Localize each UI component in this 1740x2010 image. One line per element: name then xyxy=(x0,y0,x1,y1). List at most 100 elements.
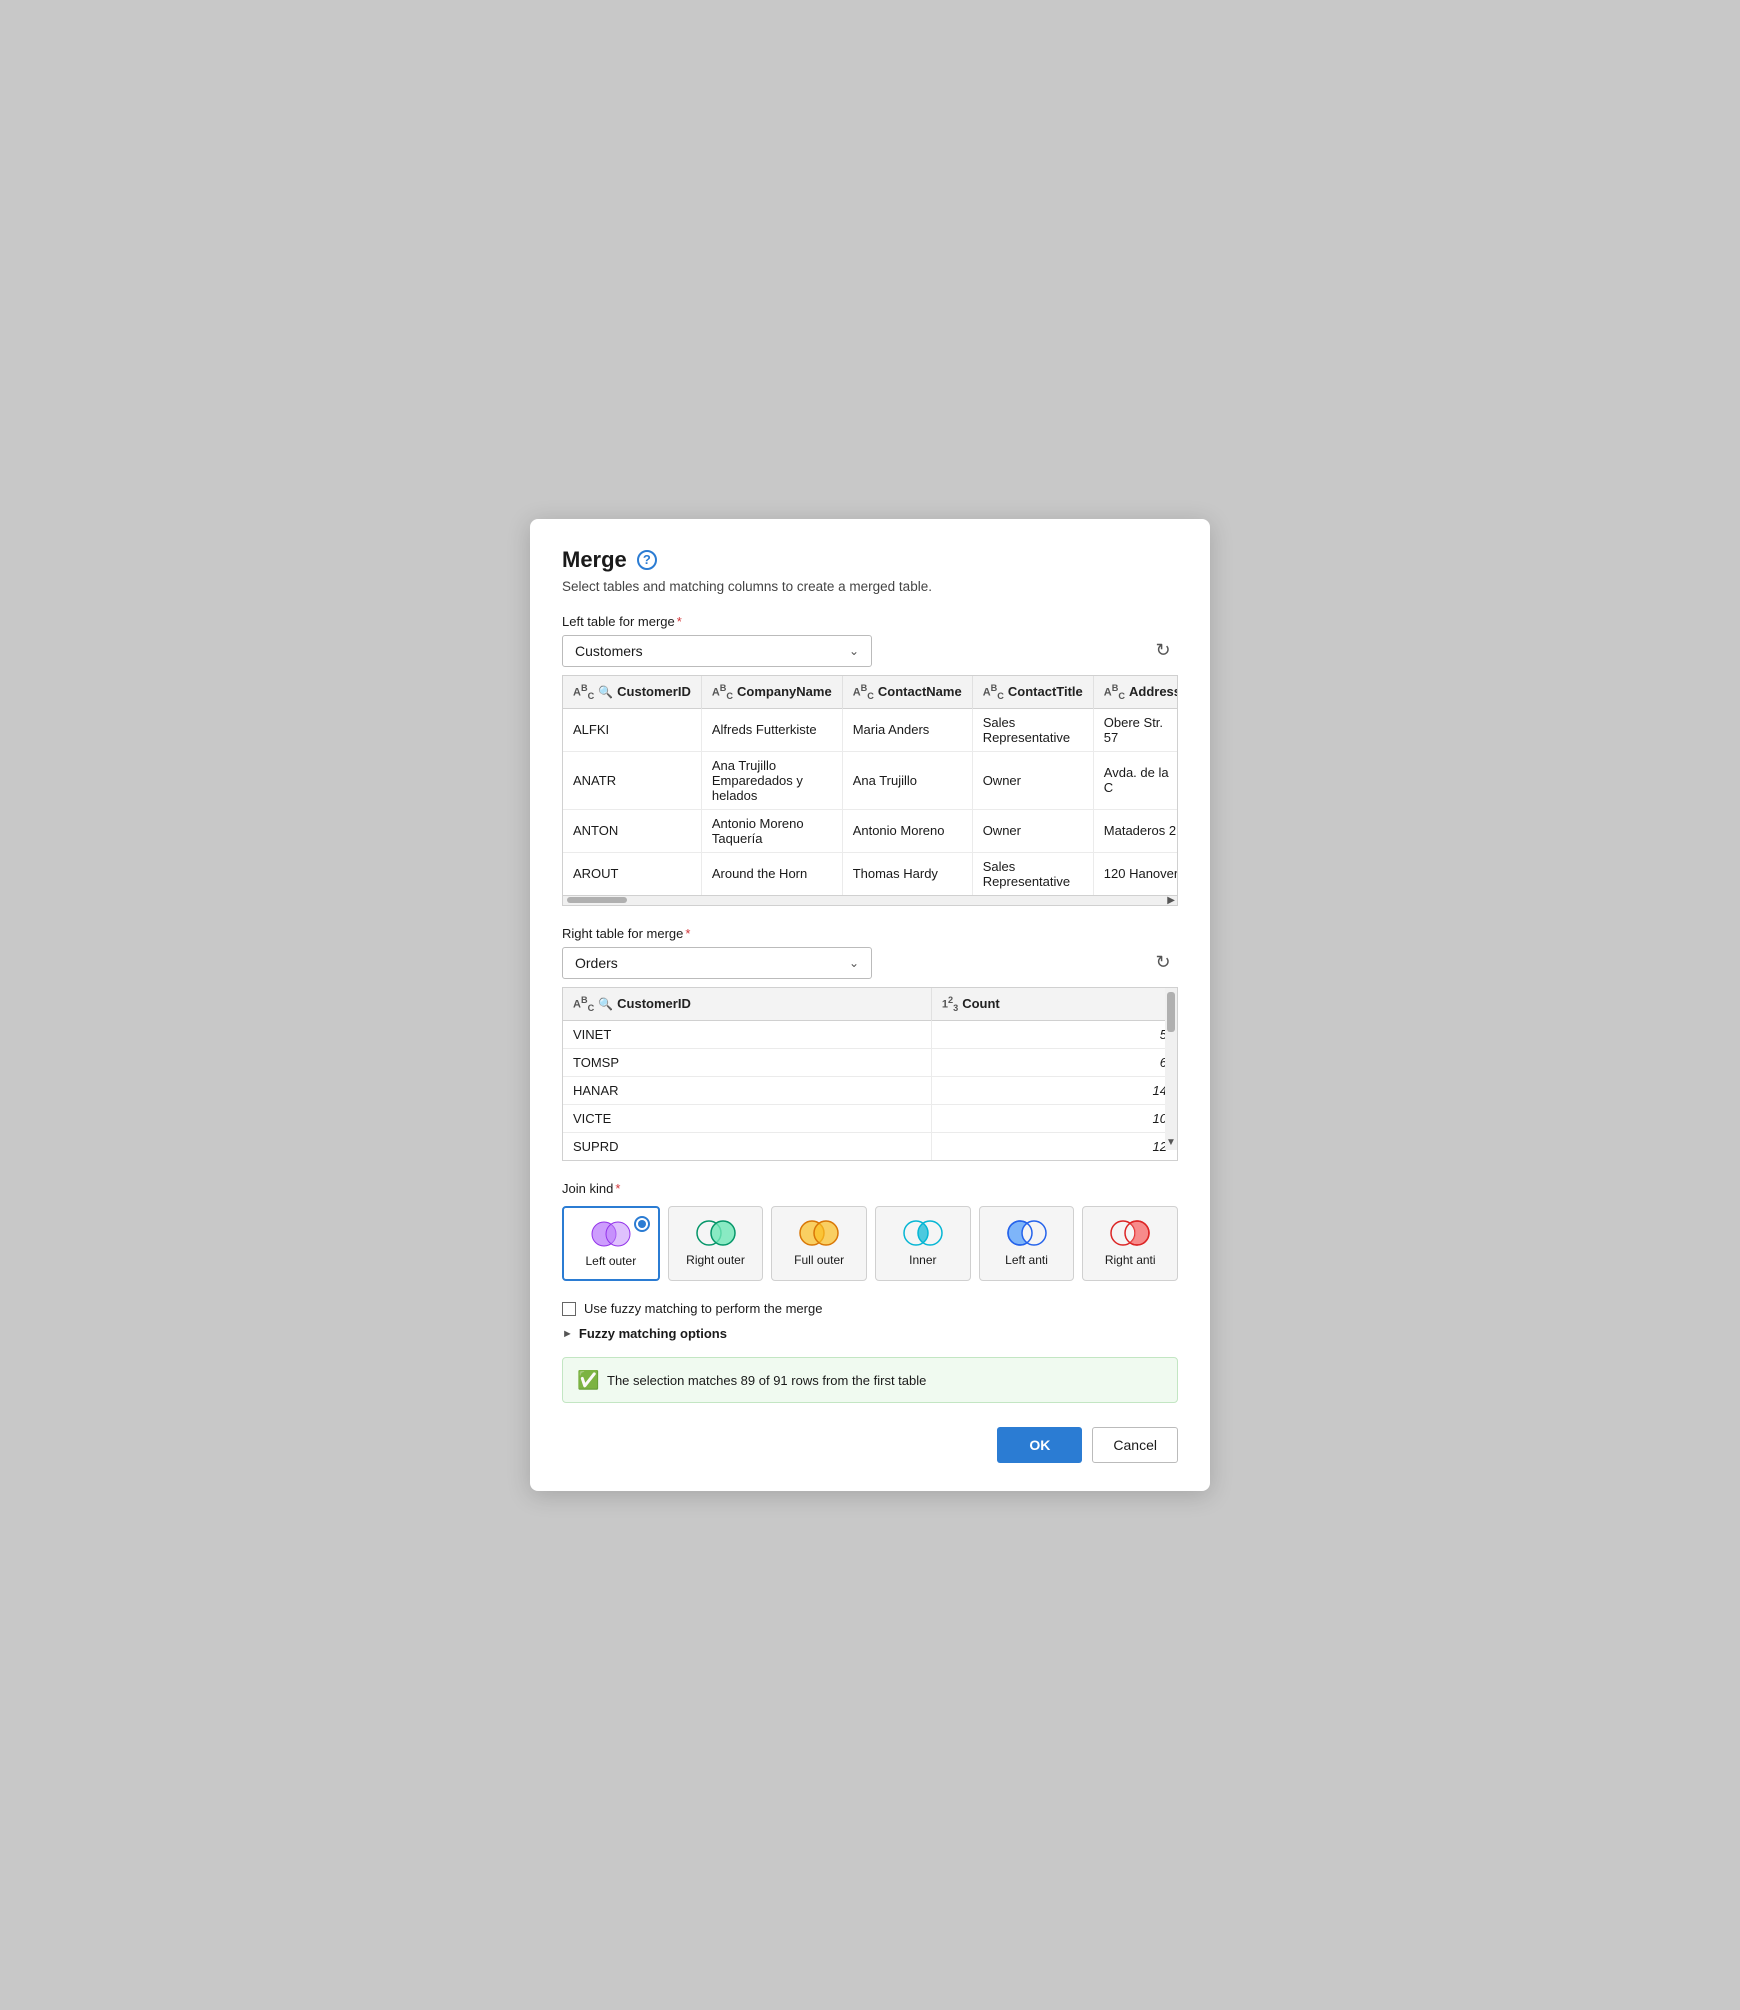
action-row: OK Cancel xyxy=(562,1427,1178,1463)
right-col-count[interactable]: 123 Count xyxy=(931,988,1177,1020)
table-row[interactable]: HANAR14 xyxy=(563,1076,1177,1104)
table-cell: Sales Representative xyxy=(972,852,1093,895)
fuzzy-matching-checkbox[interactable] xyxy=(562,1302,576,1316)
join-kind-right-anti[interactable]: Right anti xyxy=(1082,1206,1178,1282)
table-cell: 12 xyxy=(931,1132,1177,1160)
venn-diagram xyxy=(1005,1219,1049,1247)
chevron-down-icon: ⌄ xyxy=(849,644,859,658)
left-col-contacttitle[interactable]: ABC ContactTitle xyxy=(972,676,1093,708)
table-cell: ANATR xyxy=(563,751,701,809)
left-col-companyname[interactable]: ABC CompanyName xyxy=(701,676,842,708)
title-row: Merge ? xyxy=(562,547,1178,573)
table-cell: Obere Str. 57 xyxy=(1093,708,1177,751)
radio-selected-icon xyxy=(634,1216,650,1232)
table-row[interactable]: VINET5 xyxy=(563,1020,1177,1048)
join-kind-left-outer[interactable]: Left outer xyxy=(562,1206,660,1282)
down-arrow-icon: ▼ xyxy=(1166,1137,1176,1150)
info-message: The selection matches 89 of 91 rows from… xyxy=(607,1373,926,1388)
table-cell: Alfreds Futterkiste xyxy=(701,708,842,751)
left-col-customerid[interactable]: ABC 🔍 CustomerID xyxy=(563,676,701,708)
chevron-right-icon: ► xyxy=(562,1328,573,1340)
right-arrow-icon: ▶ xyxy=(1167,895,1175,906)
table-cell: 10 xyxy=(931,1104,1177,1132)
join-kind-options: Left outer Right outer Full outer Inner xyxy=(562,1206,1178,1282)
table-row[interactable]: TOMSP6 xyxy=(563,1048,1177,1076)
table-row[interactable]: ANTONAntonio Moreno TaqueríaAntonio More… xyxy=(563,809,1177,852)
right-table-label: Right table for merge* xyxy=(562,926,1178,941)
join-kind-label: Full outer xyxy=(794,1253,844,1269)
search-icon: 🔍 xyxy=(598,997,613,1011)
left-table-select-row: Customers ⌄ ↻ xyxy=(562,635,1178,667)
table-row[interactable]: VICTE10 xyxy=(563,1104,1177,1132)
table-cell: SUPRD xyxy=(563,1132,931,1160)
join-kind-label: Right outer xyxy=(686,1253,745,1269)
table-row[interactable]: AROUTAround the HornThomas HardySales Re… xyxy=(563,852,1177,895)
cancel-button[interactable]: Cancel xyxy=(1092,1427,1178,1463)
table-cell: Ana Trujillo Emparedados y helados xyxy=(701,751,842,809)
left-col-address[interactable]: ABC Address xyxy=(1093,676,1177,708)
join-kind-right-outer[interactable]: Right outer xyxy=(668,1206,764,1282)
left-table-wrapper: ABC 🔍 CustomerID ABC CompanyName xyxy=(562,675,1178,906)
right-table-refresh-button[interactable]: ↻ xyxy=(1148,948,1178,978)
join-kind-label: Join kind* xyxy=(562,1181,1178,1196)
table-cell: AROUT xyxy=(563,852,701,895)
join-kind-label: Left outer xyxy=(585,1254,636,1270)
help-icon[interactable]: ? xyxy=(637,550,657,570)
right-table-vertical-scrollbar[interactable]: ▼ xyxy=(1165,988,1177,1150)
table-cell: VICTE xyxy=(563,1104,931,1132)
venn-diagram xyxy=(1108,1219,1152,1247)
left-table-scroll[interactable]: ABC 🔍 CustomerID ABC CompanyName xyxy=(563,676,1177,895)
table-row[interactable]: SUPRD12 xyxy=(563,1132,1177,1160)
info-box: ✅ The selection matches 89 of 91 rows fr… xyxy=(562,1357,1178,1403)
table-cell: Mataderos 2 xyxy=(1093,809,1177,852)
left-table-refresh-button[interactable]: ↻ xyxy=(1148,636,1178,666)
right-table-wrapper: ABC 🔍 CustomerID 123 Count VINET5TOMSP6H… xyxy=(562,987,1178,1161)
table-row[interactable]: ANATRAna Trujillo Emparedados y heladosA… xyxy=(563,751,1177,809)
table-cell: Antonio Moreno xyxy=(842,809,972,852)
table-row[interactable]: ALFKIAlfreds FutterkisteMaria AndersSale… xyxy=(563,708,1177,751)
table-cell: VINET xyxy=(563,1020,931,1048)
ok-button[interactable]: OK xyxy=(997,1427,1082,1463)
venn-diagram xyxy=(694,1219,738,1247)
venn-diagram xyxy=(901,1219,945,1247)
right-table-select-row: Orders ⌄ ↻ xyxy=(562,947,1178,979)
table-cell: Ana Trujillo xyxy=(842,751,972,809)
dialog-title: Merge xyxy=(562,547,627,573)
join-kind-left-anti[interactable]: Left anti xyxy=(979,1206,1075,1282)
table-cell: 120 Hanover xyxy=(1093,852,1177,895)
merge-dialog: Merge ? Select tables and matching colum… xyxy=(530,519,1210,1491)
check-circle-icon: ✅ xyxy=(577,1370,597,1390)
table-cell: 14 xyxy=(931,1076,1177,1104)
fuzzy-options-row[interactable]: ► Fuzzy matching options xyxy=(562,1326,1178,1341)
table-cell: ALFKI xyxy=(563,708,701,751)
table-cell: Around the Horn xyxy=(701,852,842,895)
table-cell: Sales Representative xyxy=(972,708,1093,751)
right-table-dropdown[interactable]: Orders ⌄ xyxy=(562,947,872,979)
left-table: ABC 🔍 CustomerID ABC CompanyName xyxy=(563,676,1177,895)
join-kind-label: Right anti xyxy=(1105,1253,1156,1269)
left-table-label: Left table for merge* xyxy=(562,614,1178,629)
table-cell: TOMSP xyxy=(563,1048,931,1076)
left-col-contactname[interactable]: ABC ContactName xyxy=(842,676,972,708)
table-cell: 5 xyxy=(931,1020,1177,1048)
left-table-horizontal-scrollbar[interactable]: ▶ xyxy=(563,895,1177,905)
join-kind-full-outer[interactable]: Full outer xyxy=(771,1206,867,1282)
fuzzy-matching-row: Use fuzzy matching to perform the merge xyxy=(562,1301,1178,1316)
dialog-subtitle: Select tables and matching columns to cr… xyxy=(562,579,1178,594)
table-cell: Avda. de la C xyxy=(1093,751,1177,809)
fuzzy-options-label: Fuzzy matching options xyxy=(579,1326,727,1341)
table-cell: HANAR xyxy=(563,1076,931,1104)
table-cell: Antonio Moreno Taquería xyxy=(701,809,842,852)
chevron-down-icon: ⌄ xyxy=(849,956,859,970)
join-kind-label: Left anti xyxy=(1005,1253,1048,1269)
table-cell: ANTON xyxy=(563,809,701,852)
table-cell: Thomas Hardy xyxy=(842,852,972,895)
join-kind-label: Inner xyxy=(909,1253,936,1269)
table-cell: Maria Anders xyxy=(842,708,972,751)
venn-diagram xyxy=(797,1219,841,1247)
search-icon: 🔍 xyxy=(598,685,613,699)
table-cell: Owner xyxy=(972,809,1093,852)
right-col-customerid[interactable]: ABC 🔍 CustomerID xyxy=(563,988,931,1020)
left-table-dropdown[interactable]: Customers ⌄ xyxy=(562,635,872,667)
join-kind-inner[interactable]: Inner xyxy=(875,1206,971,1282)
